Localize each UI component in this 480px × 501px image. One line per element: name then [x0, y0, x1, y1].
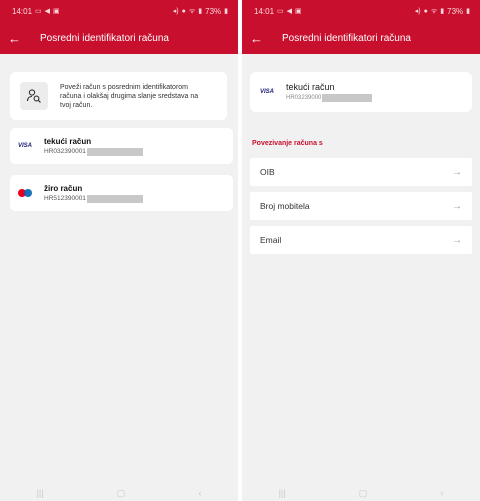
- home-icon[interactable]: ▢: [117, 488, 126, 499]
- account-iban: HR03239000: [286, 95, 322, 101]
- selected-account-card: VISA tekući račun HR03239000: [250, 72, 472, 112]
- mute-icon: ◂): [414, 8, 421, 15]
- status-time: 14:01: [254, 6, 275, 16]
- battery-icon: ▮: [224, 8, 228, 15]
- status-time: 14:01: [12, 6, 33, 16]
- page-title: Posredni identifikatori računa: [40, 32, 169, 44]
- battery-level: 73%: [447, 6, 464, 16]
- redaction-box: [86, 194, 143, 203]
- recent-apps-icon[interactable]: |||: [37, 488, 44, 498]
- info-text: Poveži račun s posrednim identifikatorom…: [60, 83, 199, 109]
- battery-icon: ▮: [466, 8, 470, 15]
- phone-screen-accounts: 14:01 ▭ ◀ ▣ ◂) ● ᯤ ▮ 73% ▮ ← Posredni id…: [0, 0, 238, 501]
- section-title: Povezivanje računa s: [252, 140, 323, 147]
- send-icon: ◀: [286, 8, 293, 15]
- wifi-icon: ᯤ: [188, 7, 196, 15]
- option-label: OIB: [260, 167, 275, 177]
- account-name: žiro račun: [44, 183, 83, 193]
- visa-logo: VISA: [260, 89, 275, 95]
- app-header: 14:01 ▭ ◀ ▣ ◂) ● ᯤ ▮ 73% ▮ ← Posredni id…: [242, 0, 480, 54]
- app-header: 14:01 ▭ ◀ ▣ ◂) ● ᯤ ▮ 73% ▮ ← Posredni id…: [0, 0, 238, 54]
- system-nav-bar: ||| ▢ ‹: [0, 485, 238, 501]
- battery-level: 73%: [205, 6, 222, 16]
- notification-icon: ▭: [277, 8, 284, 15]
- person-search-icon: [20, 82, 48, 110]
- info-card: Poveži račun s posrednim identifikatorom…: [10, 72, 227, 120]
- redaction-box: [86, 147, 143, 156]
- image-icon: ▣: [295, 8, 302, 15]
- mute-icon: ◂): [172, 8, 179, 15]
- home-icon[interactable]: ▢: [359, 488, 368, 499]
- account-iban: HR512390001: [44, 195, 86, 202]
- account-card-ziro[interactable]: žiro račun HR512390001: [10, 175, 233, 211]
- send-icon: ◀: [44, 8, 51, 15]
- visa-logo: VISA: [18, 143, 33, 149]
- notification-icon: ▭: [35, 8, 42, 15]
- status-bar: 14:01 ▭ ◀ ▣ ◂) ● ᯤ ▮ 73% ▮: [242, 0, 480, 22]
- link-option-mobile[interactable]: Broj mobitela →: [250, 192, 472, 220]
- forward-arrow-icon: →: [452, 234, 462, 246]
- phone-screen-link-options: 14:01 ▭ ◀ ▣ ◂) ● ᯤ ▮ 73% ▮ ← Posredni id…: [242, 0, 480, 501]
- back-arrow-icon[interactable]: ←: [250, 32, 272, 45]
- recent-apps-icon[interactable]: |||: [279, 488, 286, 498]
- option-label: Email: [260, 235, 282, 245]
- wifi-icon: ᯤ: [430, 7, 438, 15]
- screenshot-stage: 14:01 ▭ ◀ ▣ ◂) ● ᯤ ▮ 73% ▮ ← Posredni id…: [0, 0, 480, 501]
- signal-icon: ▮: [440, 8, 445, 15]
- system-nav-bar: ||| ▢ ‹: [242, 485, 480, 501]
- account-name: tekući račun: [286, 82, 335, 92]
- nav-back-icon[interactable]: ‹: [440, 488, 443, 498]
- back-arrow-icon[interactable]: ←: [8, 32, 30, 45]
- option-label: Broj mobitela: [260, 201, 310, 211]
- account-card-tekuci[interactable]: VISA tekući račun HR032390001: [10, 128, 233, 164]
- forward-arrow-icon: →: [452, 200, 462, 212]
- account-name: tekući račun: [44, 136, 92, 146]
- location-icon: ●: [181, 7, 186, 15]
- mastercard-logo: [18, 189, 32, 197]
- link-option-email[interactable]: Email →: [250, 226, 472, 254]
- location-icon: ●: [423, 7, 428, 15]
- nav-back-icon[interactable]: ‹: [198, 488, 201, 498]
- status-bar: 14:01 ▭ ◀ ▣ ◂) ● ᯤ ▮ 73% ▮: [0, 0, 238, 22]
- redaction-box: [322, 94, 373, 102]
- page-title: Posredni identifikatori računa: [282, 32, 411, 44]
- account-iban: HR032390001: [44, 148, 86, 155]
- link-option-oib[interactable]: OIB →: [250, 158, 472, 186]
- forward-arrow-icon: →: [452, 166, 462, 178]
- image-icon: ▣: [53, 8, 60, 15]
- signal-icon: ▮: [198, 8, 203, 15]
